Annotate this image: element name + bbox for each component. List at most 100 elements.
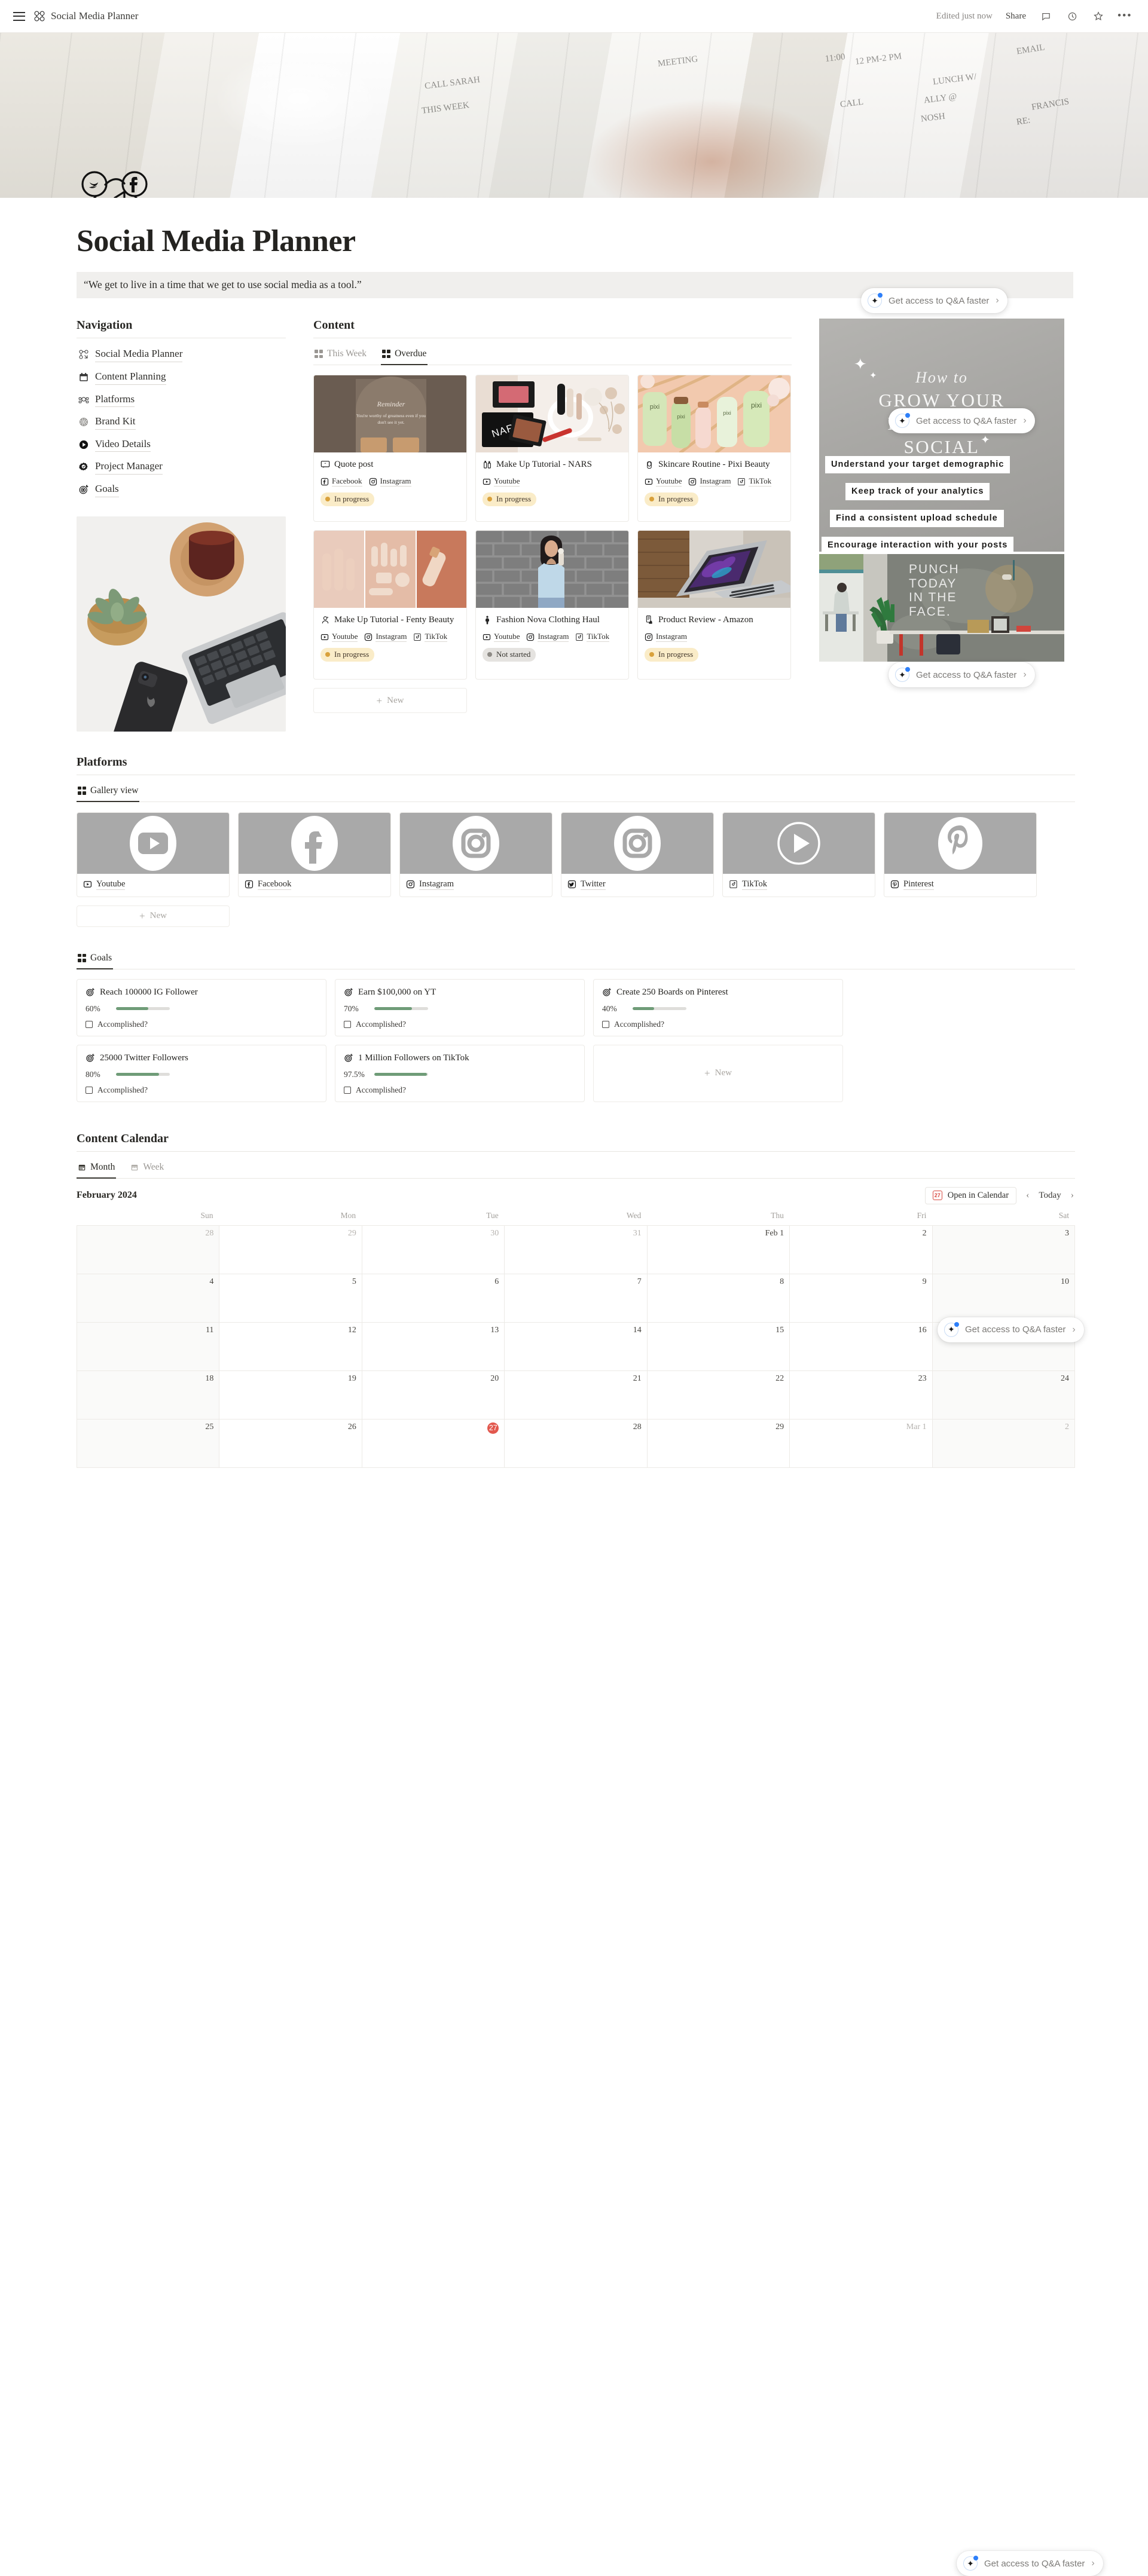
platform-card-twitter[interactable]: Twitter [561, 812, 714, 897]
platform-tag[interactable]: Instagram [364, 632, 407, 643]
calendar-day-cell[interactable]: 7 [505, 1274, 648, 1323]
goal-card[interactable]: 25000 Twitter Followers 80% Accomplished… [77, 1044, 326, 1102]
qa-pill-mid[interactable]: ✦ Get access to Q&A faster › [889, 662, 1035, 688]
sidebar-item-video-details[interactable]: Video Details [77, 433, 286, 456]
content-card[interactable]: pixi pixi pixi pixi Skincare Routine - P… [637, 375, 791, 522]
goal-card[interactable]: 1 Million Followers on TikTok 97.5% Acco… [335, 1044, 585, 1102]
sidebar-item-content-planning[interactable]: Content Planning [77, 366, 286, 388]
platform-tag[interactable]: Instagram [645, 632, 687, 643]
calendar-day-cell[interactable]: 14 [505, 1322, 648, 1371]
platform-tag[interactable]: Youtube [645, 476, 682, 487]
accomplished-checkbox[interactable] [86, 1020, 93, 1028]
calendar-day-cell[interactable]: 28 [505, 1419, 648, 1468]
today-button[interactable]: Today [1039, 1191, 1061, 1201]
goal-accomplished-row[interactable]: Accomplished? [344, 1020, 576, 1029]
calendar-day-cell[interactable]: Feb 1 [647, 1225, 790, 1274]
platform-tag[interactable]: TikTok [413, 632, 448, 643]
star-icon[interactable] [1092, 10, 1105, 23]
next-month-button[interactable]: › [1070, 1190, 1075, 1201]
calendar-day-cell[interactable]: 11 [77, 1322, 220, 1371]
qa-pill-goals[interactable]: ✦ Get access to Q&A faster › [861, 288, 1007, 313]
qa-pill-top[interactable]: ✦ Get access to Q&A faster › [889, 408, 1035, 434]
accomplished-checkbox[interactable] [344, 1086, 351, 1094]
sidebar-item-brand-kit[interactable]: Brand Kit [77, 411, 286, 433]
content-card[interactable]: Reminder You're worthy of greatness even… [313, 375, 467, 522]
content-card[interactable]: NARS Make Up Tutorial - NARS Youtube In … [475, 375, 629, 522]
calendar-day-cell[interactable]: 5 [219, 1274, 362, 1323]
qa-pill-bottom[interactable]: ✦ Get access to Q&A faster › [957, 2551, 1103, 2576]
calendar-day-cell[interactable]: 6 [362, 1274, 505, 1323]
tab-gallery-view[interactable]: Gallery view [77, 781, 140, 802]
calendar-day-cell[interactable]: 20 [362, 1370, 505, 1419]
calendar-day-cell[interactable]: 23 [790, 1370, 933, 1419]
goal-accomplished-row[interactable]: Accomplished? [86, 1020, 317, 1029]
previous-month-button[interactable]: ‹ [1025, 1190, 1030, 1201]
sidebar-item-project-manager[interactable]: Project Manager [77, 455, 286, 478]
calendar-day-cell[interactable]: 8 [647, 1274, 790, 1323]
tab-overdue[interactable]: Overdue [381, 344, 428, 366]
calendar-day-cell[interactable]: 30 [362, 1225, 505, 1274]
platform-card-tiktok[interactable]: TikTok [722, 812, 875, 897]
calendar-day-cell-today[interactable]: 27 [362, 1419, 505, 1468]
goal-accomplished-row[interactable]: Accomplished? [86, 1085, 317, 1095]
menu-icon[interactable] [13, 11, 25, 21]
platforms-new-button[interactable]: + New [77, 905, 230, 927]
get-access-qa-button[interactable]: ✦ Get access to Q&A faster › [861, 288, 1007, 313]
content-card[interactable]: Product Review - Amazon Instagram In pro… [637, 530, 791, 680]
platform-tag[interactable]: Instagram [688, 476, 731, 487]
calendar-day-cell[interactable]: 24 [932, 1370, 1075, 1419]
calendar-day-cell[interactable]: Mar 1 [790, 1419, 933, 1468]
get-access-qa-button[interactable]: ✦ Get access to Q&A faster › [957, 2551, 1103, 2576]
goal-card[interactable]: Earn $100,000 on YT 70% Accomplished? [335, 978, 585, 1036]
platform-card-pinterest[interactable]: Pinterest [884, 812, 1037, 897]
calendar-day-cell[interactable]: 22 [647, 1370, 790, 1419]
accomplished-checkbox[interactable] [602, 1020, 609, 1028]
calendar-day-cell[interactable]: 9 [790, 1274, 933, 1323]
content-card[interactable]: Fashion Nova Clothing Haul Youtube Insta… [475, 530, 629, 680]
tab-month[interactable]: Month [77, 1158, 117, 1179]
share-button[interactable]: Share [1006, 11, 1026, 22]
accomplished-checkbox[interactable] [344, 1020, 351, 1028]
calendar-day-cell[interactable]: 16 [790, 1322, 933, 1371]
goal-card[interactable]: Reach 100000 IG Follower 60% Accomplishe… [77, 978, 326, 1036]
history-clock-icon[interactable] [1065, 10, 1079, 23]
content-new-button[interactable]: + New [313, 688, 467, 714]
content-card[interactable]: Make Up Tutorial - Fenty Beauty Youtube [313, 530, 467, 680]
calendar-day-cell[interactable]: 26 [219, 1419, 362, 1468]
calendar-day-cell[interactable]: 10 [932, 1274, 1075, 1323]
tab-this-week[interactable]: This Week [313, 344, 368, 365]
platform-tag[interactable]: Instagram [526, 632, 569, 643]
calendar-day-cell[interactable]: 19 [219, 1370, 362, 1419]
platform-card-youtube[interactable]: Youtube [77, 812, 230, 897]
calendar-day-cell[interactable]: 15 [647, 1322, 790, 1371]
comment-icon[interactable] [1039, 10, 1052, 23]
calendar-day-cell[interactable]: 31 [505, 1225, 648, 1274]
calendar-day-cell[interactable]: 28 [77, 1225, 220, 1274]
goal-card[interactable]: Create 250 Boards on Pinterest 40% Accom… [593, 978, 843, 1036]
calendar-day-cell[interactable]: 13 [362, 1322, 505, 1371]
calendar-day-cell[interactable]: 3 [932, 1225, 1075, 1274]
open-in-calendar-button[interactable]: 27 Open in Calendar [924, 1186, 1017, 1204]
calendar-day-cell[interactable]: 29 [647, 1419, 790, 1468]
tab-week[interactable]: Week [129, 1158, 165, 1179]
get-access-qa-button[interactable]: ✦ Get access to Q&A faster › [938, 1317, 1084, 1342]
platform-tag[interactable]: TikTok [737, 476, 772, 487]
breadcrumb[interactable]: Social Media Planner [33, 10, 138, 22]
platform-tag[interactable]: Youtube [320, 632, 358, 643]
accomplished-checkbox[interactable] [86, 1086, 93, 1094]
tab-goals[interactable]: Goals [77, 949, 114, 969]
goals-new-button[interactable]: + New [593, 1044, 843, 1102]
get-access-qa-button[interactable]: ✦ Get access to Q&A faster › [889, 408, 1035, 434]
platform-tag[interactable]: TikTok [575, 632, 610, 643]
calendar-day-cell[interactable]: 12 [219, 1322, 362, 1371]
calendar-day-cell[interactable]: 25 [77, 1419, 220, 1468]
platform-tag[interactable]: Instagram [369, 476, 411, 487]
goal-accomplished-row[interactable]: Accomplished? [344, 1085, 576, 1095]
platform-tag[interactable]: Facebook [320, 476, 362, 487]
platform-tag[interactable]: Youtube [483, 476, 520, 487]
calendar-day-cell[interactable]: 21 [505, 1370, 648, 1419]
calendar-day-cell[interactable]: 4 [77, 1274, 220, 1323]
goal-accomplished-row[interactable]: Accomplished? [602, 1020, 834, 1029]
platform-tag[interactable]: Youtube [483, 632, 520, 643]
calendar-day-cell[interactable]: 2 [932, 1419, 1075, 1468]
